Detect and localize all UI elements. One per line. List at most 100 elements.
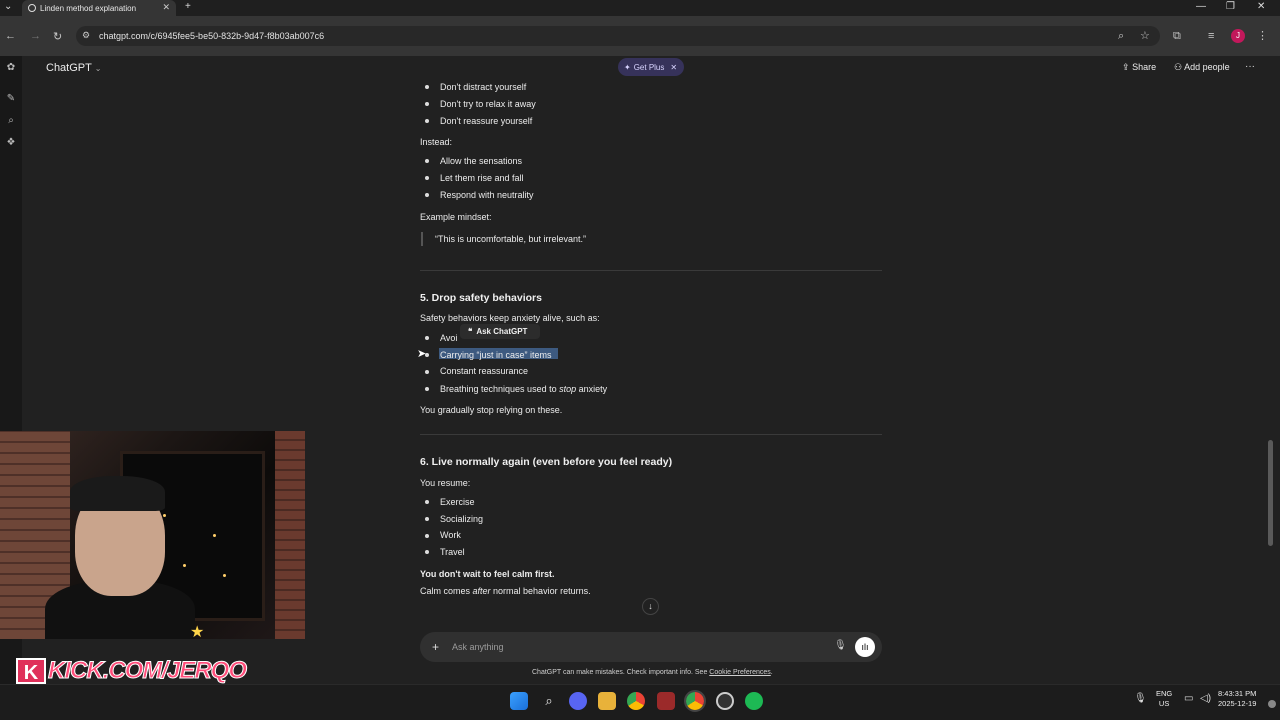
new-tab-icon[interactable]: + [185,1,191,12]
chrome-active-icon[interactable] [684,690,706,712]
library-icon[interactable]: ❖ [5,137,17,149]
arrow-down-icon: ↓ [648,601,653,611]
bullet [425,336,429,340]
kick-logo-icon: K [16,658,46,684]
spotify-icon[interactable] [745,692,763,710]
volume-icon[interactable]: ◁) [1200,693,1211,704]
microphone-tray-icon[interactable]: 🎙 [1134,693,1147,704]
paragraph: You gradually stop relying on these. [420,405,563,415]
add-people-button[interactable]: ⚇ Add people [1174,62,1230,73]
system-clock[interactable]: 8:43:31 PM 2025-12-19 [1218,689,1256,709]
bullet [425,193,429,197]
blockquote-bar [421,232,423,246]
share-label: Share [1132,62,1157,72]
ask-chatgpt-label: Ask ChatGPT [476,327,528,336]
text-run: Breathing techniques used to [440,384,560,394]
list-item: Let them rise and fall [440,173,524,183]
bullet [425,85,429,89]
brick-wall [275,431,305,639]
paragraph: Safety behaviors keep anxiety alive, suc… [420,313,600,323]
blockquote: “This is uncomfortable, but irrelevant.” [435,234,587,244]
bullet [425,387,429,391]
kick-channel-banner: K KICK.COM/JERQO [16,657,248,685]
scroll-to-bottom-button[interactable]: ↓ [642,598,659,615]
list-item-selected[interactable]: Carrying “just in case” items [440,350,552,360]
list-item: Allow the sensations [440,156,523,166]
list-item: Don't distract yourself [440,82,527,92]
profile-avatar[interactable]: J [1231,29,1245,43]
browser-menu-icon[interactable]: ⋮ [1257,29,1268,42]
voice-mode-button[interactable]: ılı [855,637,875,657]
new-chat-icon[interactable]: ✎ [5,93,17,105]
divider [420,270,882,271]
minimize-icon[interactable]: — [1196,1,1206,12]
christmas-tree-icon: ★ [190,624,205,641]
start-button-icon[interactable] [510,692,528,710]
back-icon[interactable]: ← [5,30,16,42]
notification-icon[interactable] [1268,700,1276,708]
list-item: Don't reassure yourself [440,116,533,126]
waveform-icon: ılı [861,642,869,652]
bullet [425,159,429,163]
discord-icon[interactable] [569,692,587,710]
scrollbar-thumb[interactable] [1268,440,1273,546]
share-icon: ⇪ [1122,62,1130,72]
reload-icon[interactable]: ↻ [53,30,62,43]
emphasis-text: stop [559,384,577,394]
search-icon[interactable]: ⌕ [540,692,558,710]
list-item: Exercise [440,497,475,507]
share-button[interactable]: ⇪ Share [1122,62,1156,73]
restore-icon[interactable]: ❐ [1226,1,1235,12]
browser-tab[interactable]: Linden method explanation ✕ [22,0,176,16]
language-indicator[interactable]: ENG US [1156,689,1172,709]
disclaimer: ChatGPT can make mistakes. Check importa… [532,669,773,676]
text-run: anxiety [576,384,608,394]
forward-icon[interactable]: → [30,30,41,42]
quote-icon: ❝ [468,327,473,336]
more-options-icon[interactable]: ··· [1245,61,1255,72]
app-icon[interactable] [657,692,675,710]
section-heading: 5. Drop safety behaviors [420,292,542,304]
get-plus-button[interactable]: ✦ Get Plus ✕ [618,58,684,76]
media-icon[interactable]: ≡ [1208,30,1214,42]
file-explorer-icon[interactable] [598,692,616,710]
dismiss-icon[interactable]: ✕ [670,63,677,72]
paragraph: Calm comes after normal behavior returns… [420,586,591,596]
close-tab-icon[interactable]: ✕ [162,2,170,13]
add-attachment-icon[interactable]: + [432,640,439,654]
streamer-cap [70,476,165,511]
extensions-icon[interactable]: ⧉ [1173,30,1181,43]
prompt-input[interactable] [452,640,822,654]
tab-list-icon[interactable]: ⌄ [4,1,12,12]
list-item: Travel [440,547,465,557]
microphone-icon[interactable]: 🎙 [834,640,847,651]
chrome-icon[interactable] [627,692,645,710]
add-people-label: Add people [1184,62,1230,72]
bullet [425,534,429,538]
search-chats-icon[interactable]: ⌕ [5,115,17,127]
model-selector[interactable]: ChatGPT ⌄ [46,62,101,74]
cookie-preferences-link[interactable]: Cookie Preferences [709,669,770,676]
site-info-icon[interactable]: ⚙ [82,30,90,41]
bullet [425,176,429,180]
emphasis-text: after [472,586,491,596]
list-item: Socializing [440,514,484,524]
chatgpt-logo-icon[interactable]: ✿ [5,62,17,74]
network-icon[interactable]: ▭ [1184,693,1193,704]
chatgpt-favicon-icon [28,4,36,12]
list-item: Avoi [440,333,458,343]
zoom-icon[interactable]: ⌕ [1118,30,1124,43]
obs-icon[interactable] [716,692,734,710]
text-run: Calm comes [420,586,473,596]
list-item: Breathing techniques used to stop anxiet… [440,384,607,394]
text-run: normal behavior returns. [490,586,591,596]
scrollbar-track[interactable] [1266,56,1274,684]
bookmark-star-icon[interactable]: ☆ [1140,29,1150,42]
close-window-icon[interactable]: ✕ [1257,1,1265,12]
ask-chatgpt-popup[interactable]: ❝ Ask ChatGPT [460,324,540,339]
url-text[interactable]: chatgpt.com/c/6945fee5-be50-832b-9d47-f8… [99,31,324,41]
list-item: Respond with neutrality [440,190,534,200]
clock-time: 8:43:31 PM [1218,689,1257,698]
paragraph: Example mindset: [420,212,492,222]
bullet [425,119,429,123]
